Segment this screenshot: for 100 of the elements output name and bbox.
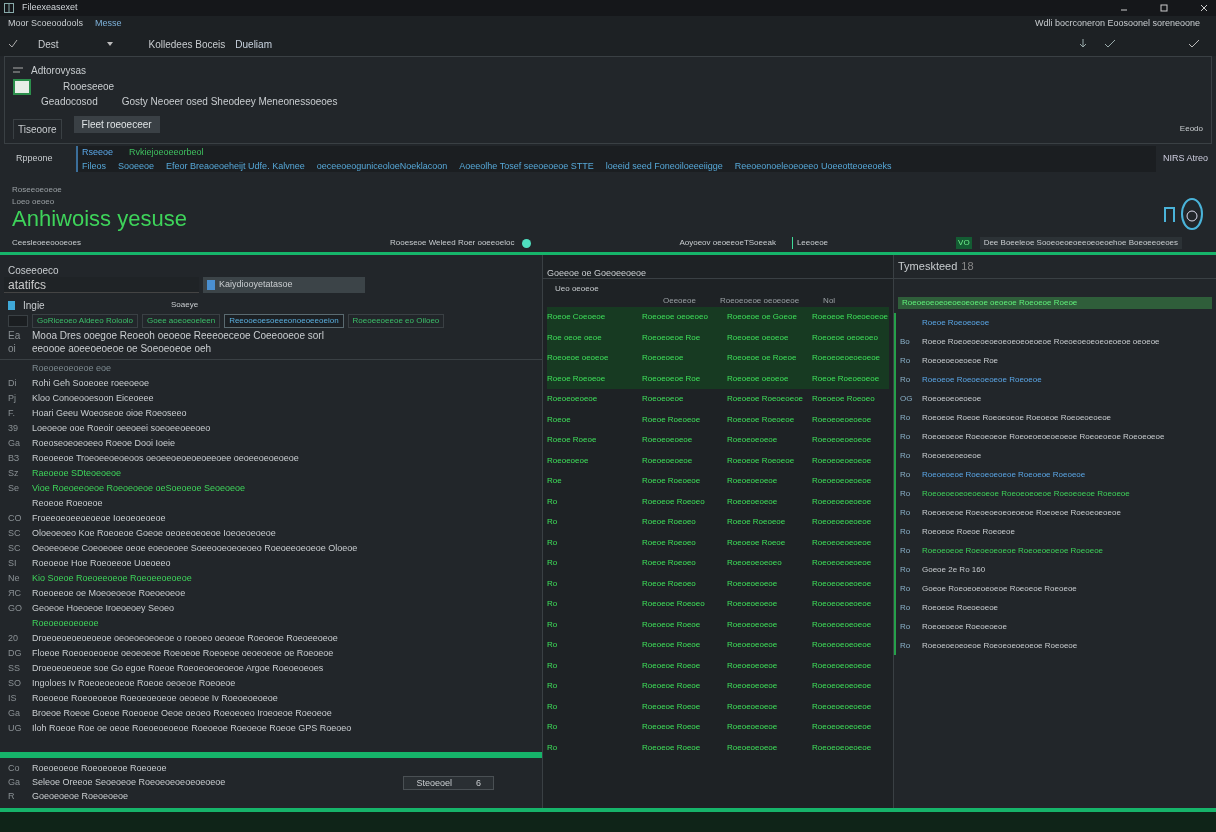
list-text: Roeoe Roeoeoeoeoeoeoeoeoeoeoe Roeoeoeoeoeoeoeoe oeoeoe xyxy=(922,335,1160,348)
row-number: IS xyxy=(8,691,18,705)
row-number: Ro xyxy=(900,354,912,367)
filter-chip[interactable]: Goee aoeoeoeleen xyxy=(142,314,221,328)
list-text: Oeoeeoeoe Coeoeoee oeoe eoeoeoee Soeeooeoeoeoeo Roeoeeoeoeoe Oloeoe xyxy=(32,541,358,555)
search-field[interactable]: atatifcs xyxy=(4,277,199,293)
row-number: Ro xyxy=(900,563,912,576)
tab[interactable]: Kaiydiooyetatasoe xyxy=(203,277,365,293)
table-cell-text: Roeoeoeoeoe xyxy=(727,659,779,672)
table-cell-text: Roeoeoeoeoe xyxy=(727,434,779,447)
list-text: Seleoe Oreeoe Seoeoeoe Roeoeoeoeoeoeoeoe xyxy=(32,776,226,790)
list-text: Roeoeoe Roeoe Roeoeoe xyxy=(922,525,1015,538)
status-text: Aoyoeov oeoeeoeTSoeeak xyxy=(679,237,776,249)
list-text: Loeoeoe ooe Roeoir oeeoeei soeoeeoeeoeo xyxy=(32,421,211,435)
window-title: Fileexeasexet xyxy=(22,1,78,15)
path-text: loeeid seed Foneoiloeeeiigge xyxy=(605,159,723,172)
row-number: ВЗ xyxy=(8,451,21,465)
table-cell-text: Ro xyxy=(547,639,559,652)
caption-text: Roseeoeoeoe xyxy=(12,184,63,196)
table-cell-text: Roeoeoeoe xyxy=(547,454,590,467)
list-text: Roeoeoeoeoeoeoeoe Roeoeoeoeoe Roeoeoeoe Roeoeoe xyxy=(922,487,1130,500)
menu-item[interactable]: Moor Scoeoodools xyxy=(8,17,84,31)
row-number: R xyxy=(8,790,16,804)
table-cell-text: Roeoeoeoeoe xyxy=(642,434,694,447)
menu-item[interactable]: Messe xyxy=(95,17,122,31)
column-header: Oeeoeoe xyxy=(663,295,696,307)
status-text: Ceesleoeeoooeoes xyxy=(12,237,82,249)
table-cell-text: Roeoeoe oeoeoe xyxy=(547,352,610,365)
table-cell-text: Roeoeoe Roeoe xyxy=(642,741,702,754)
list-text: Roeoeoeoeoeoe Roe xyxy=(922,354,999,367)
table-cell-text: Roeoeoeoeoeoe xyxy=(812,741,873,754)
caption-text: Loeo oeoeo xyxy=(12,196,56,208)
toolbar-button[interactable]: Kolledees Boceis xyxy=(148,36,226,52)
bracket-icon xyxy=(1164,206,1176,222)
table-cell-text: Roeoeoe Roeoe xyxy=(642,680,702,693)
table-cell-text: Roeoeoeoeoeoe xyxy=(812,700,873,713)
table-cell-text: Roeoe Roeoeoeoe xyxy=(812,372,881,385)
status-tag: Leeoeoe xyxy=(791,237,829,249)
table-cell-text: Roeoeoeoeoe xyxy=(727,721,779,734)
checkbox[interactable] xyxy=(8,315,28,327)
list-text: Roeoeoeoe Roeoeoeoe Roeoeoeoeoeoeoe Roeoeoeoe Roeoeoeoe xyxy=(922,430,1165,443)
row-number: Ga xyxy=(8,706,21,720)
row-number: F. xyxy=(8,406,16,420)
table-cell-text: Roeoeoeoeoeo xyxy=(727,557,783,570)
list-text: Vioe Roeoeeoeoe Roeoeoeoe oeSoeoeoe Seoeoeoe xyxy=(32,481,246,495)
action-button[interactable]: Fleet roeoeceer xyxy=(73,116,160,133)
path-text: oeceeoeoguniceoloeNoeklacoon xyxy=(316,159,448,172)
row-number: Ea xyxy=(8,329,22,343)
table-cell-text: Roeoe Roeoeo xyxy=(642,536,697,549)
row-number: SS xyxy=(8,661,21,675)
table-cell-text: Ro xyxy=(547,659,559,672)
table-cell-text: Roeoeoeoeoeoe xyxy=(812,577,873,590)
tab[interactable]: Tiseoore xyxy=(13,119,62,139)
table-cell-text: Roeoeoe oe Roeoe xyxy=(727,352,798,365)
row-number: Ro xyxy=(900,506,912,519)
table-cell-text: Roeoe Roeoe xyxy=(547,434,598,447)
row-number: Ro xyxy=(900,468,912,481)
table-cell-text: Roeoeoeoeoeoe xyxy=(812,536,873,549)
column-header: Roeoeoeoe oeoeoeoe xyxy=(719,295,800,307)
table-cell-text: Roeoeoe oeoeoe xyxy=(727,331,790,344)
count-label: 18 xyxy=(961,259,974,275)
list-text: Ingoloes Iv Roeoeoeoeoe Roeoe oeoeoe Roeoeoe xyxy=(32,676,236,690)
file-icon xyxy=(207,280,215,290)
row-number: DG xyxy=(8,646,23,660)
path-text: Fileos xyxy=(82,159,106,172)
column-header: Soaeye xyxy=(171,299,199,311)
row-number: SC xyxy=(8,526,22,540)
list-icon xyxy=(13,66,23,74)
row-number: Sz xyxy=(8,466,20,480)
footer-button[interactable]: Steoeoel 6 xyxy=(403,776,494,790)
list-text: Roeoeoe Roeoeoeoe xyxy=(922,601,999,614)
check-icon xyxy=(8,39,18,49)
table-cell-text: Roeoeoeoeoe xyxy=(547,393,599,406)
row-number: SI xyxy=(8,556,18,570)
list-text: Roeoeoe Hoe Roeoeeoe Uoeoeeo xyxy=(32,556,171,570)
table-cell-text: Roeoe Roeoeoe xyxy=(642,413,702,426)
check-icon xyxy=(1104,39,1116,49)
panel-title: Tymeskteed xyxy=(898,259,958,275)
table-cell-text: Roeoeoeoeoe xyxy=(727,495,779,508)
table-cell-text: Roeoeoeoeoeoe xyxy=(812,557,873,570)
table-cell-text: Roeoeoeoe Roe xyxy=(642,372,702,385)
table-cell-text: Ro xyxy=(547,495,559,508)
list-text: Roeoeoeoe Roeoeoeoeoeoeoe Roeoeoe Roeoeoeoeoe xyxy=(922,506,1121,519)
row-number: Se xyxy=(8,481,20,495)
row-label: Rppeone xyxy=(16,152,54,166)
row-number: Ro xyxy=(900,601,912,614)
list-text: Droeoeoeoeoeoeoe oeoeoeoeoeoe o roeoeo oeoeoe Roeoeoe Roeoeeoeoe xyxy=(32,631,338,645)
filter-chip[interactable]: GoRiceoeo Aldeeo Roloolo xyxy=(32,314,139,328)
table-cell-text: Roeoeoe Roeoeo xyxy=(642,495,706,508)
table-cell-text: Roeoeoeoeoeoeoe xyxy=(812,352,882,365)
view-dropdown[interactable]: Dest xyxy=(34,36,117,52)
filter-chip[interactable]: Roeoeeoeeoe eo Oiloeo xyxy=(347,314,445,328)
table-cell-text: Roeoeoeoe Roe xyxy=(642,331,702,344)
table-cell-text: Roeoeoe oeoeoe xyxy=(727,372,790,385)
filter-chip[interactable]: Reeooeoesoeeeonoeoeeoeion xyxy=(224,314,344,328)
toolbar-button[interactable]: Dueliam xyxy=(235,36,272,52)
table-cell-text: Ro xyxy=(547,577,559,590)
row-number: Ro xyxy=(900,639,912,652)
table-cell-text: Roeoeoeoe xyxy=(642,352,685,365)
table-cell-text: Roeoeoeoeoeoe xyxy=(812,495,873,508)
